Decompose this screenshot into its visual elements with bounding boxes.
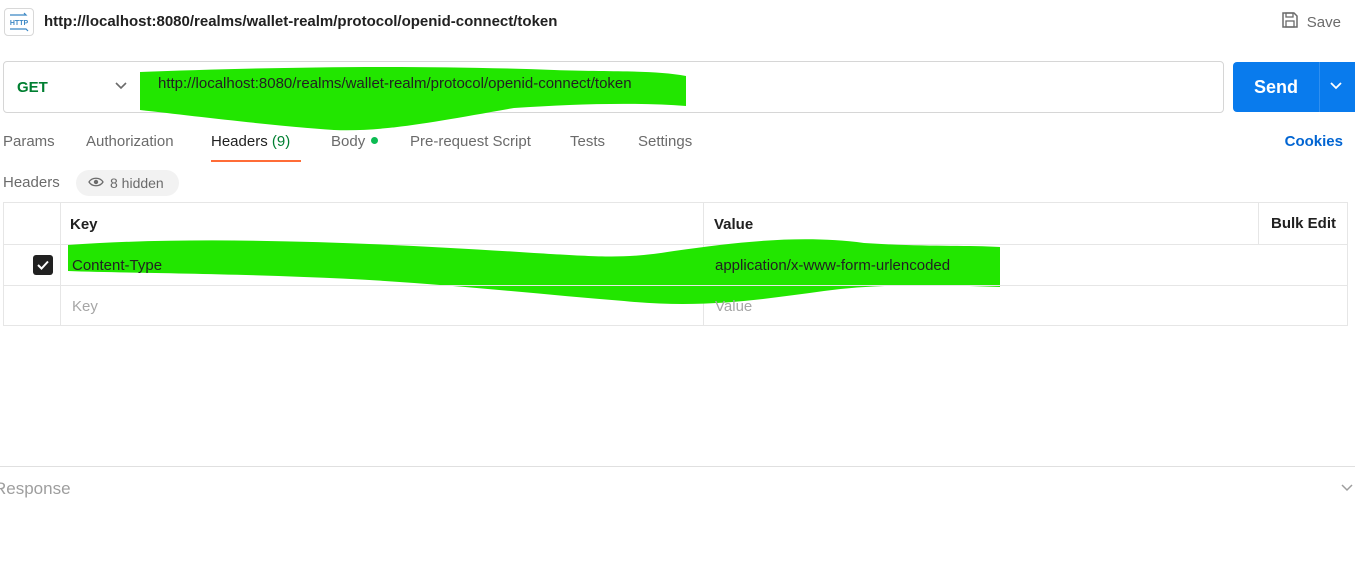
tab-authorization[interactable]: Authorization [86, 133, 174, 150]
request-titlebar: HTTP http://localhost:8080/realms/wallet… [0, 0, 1355, 44]
save-label: Save [1306, 13, 1341, 31]
bulk-edit-button[interactable]: Bulk Edit [1271, 215, 1336, 232]
response-divider [0, 466, 1355, 467]
tab-label: Pre-request Script [410, 133, 531, 150]
tab-label: Headers [211, 133, 268, 150]
value-column-header: Value [714, 216, 754, 233]
hidden-count-label: 8 hidden [110, 175, 164, 191]
response-chevron-down-icon[interactable] [1340, 480, 1354, 498]
eye-icon [88, 175, 104, 191]
tab-body[interactable]: Body [331, 133, 379, 150]
svg-text:HTTP: HTTP [10, 20, 29, 27]
new-value-input[interactable]: Value [715, 298, 752, 315]
redaction-scribble [140, 66, 686, 131]
tab-label: Params [3, 133, 55, 150]
tab-params[interactable]: Params [3, 133, 55, 150]
save-button[interactable]: Save [1281, 9, 1341, 35]
headers-count: (9) [271, 133, 291, 150]
chevron-down-icon [114, 78, 128, 96]
body-indicator-dot [371, 137, 379, 144]
send-button-group: Send [1233, 62, 1355, 112]
tab-label: Body [331, 133, 366, 150]
header-value[interactable]: application/x-www-form-urlencoded [715, 257, 950, 274]
send-button[interactable]: Send [1233, 62, 1319, 112]
tab-tests[interactable]: Tests [570, 133, 605, 150]
hidden-headers-toggle[interactable]: 8 hidden [76, 170, 179, 196]
save-icon [1281, 11, 1299, 33]
tab-label: Authorization [86, 133, 174, 150]
table-row-new: Key Value [4, 285, 1347, 327]
url-input[interactable]: http://localhost:8080/realms/wallet-real… [158, 75, 632, 92]
tab-settings[interactable]: Settings [638, 133, 692, 150]
method-label: GET [17, 78, 48, 96]
cookies-link[interactable]: Cookies [1285, 133, 1343, 150]
header-key[interactable]: Content-Type [72, 257, 162, 274]
table-row: Content-Type application/x-www-form-urle… [4, 239, 1347, 304]
request-title[interactable]: http://localhost:8080/realms/wallet-real… [44, 13, 557, 30]
tab-label: Settings [638, 133, 693, 150]
headers-table: Key Value Bulk Edit Content-Type applica… [3, 202, 1348, 326]
request-tabs: Params Authorization Headers (9) Body Pr… [0, 126, 1355, 162]
send-divider [1319, 62, 1320, 112]
http-file-icon: HTTP [4, 8, 34, 36]
method-select[interactable]: GET [4, 62, 136, 112]
response-section-label[interactable]: Response [0, 479, 71, 499]
new-key-input[interactable]: Key [72, 298, 98, 315]
tab-pre-request-script[interactable]: Pre-request Script [410, 133, 531, 150]
request-editor: HTTP http://localhost:8080/realms/wallet… [0, 0, 1355, 567]
headers-section-label: Headers [3, 174, 60, 191]
send-options-chevron-icon[interactable] [1329, 79, 1343, 98]
table-header-row: Key Value Bulk Edit [4, 203, 1347, 244]
tab-headers[interactable]: Headers (9) [211, 133, 290, 150]
active-tab-underline [211, 160, 301, 162]
tab-label: Tests [570, 133, 606, 150]
url-bar: GET http://localhost:8080/realms/wallet-… [3, 61, 1224, 131]
key-column-header: Key [70, 216, 98, 233]
row-enabled-checkbox[interactable] [33, 255, 53, 275]
